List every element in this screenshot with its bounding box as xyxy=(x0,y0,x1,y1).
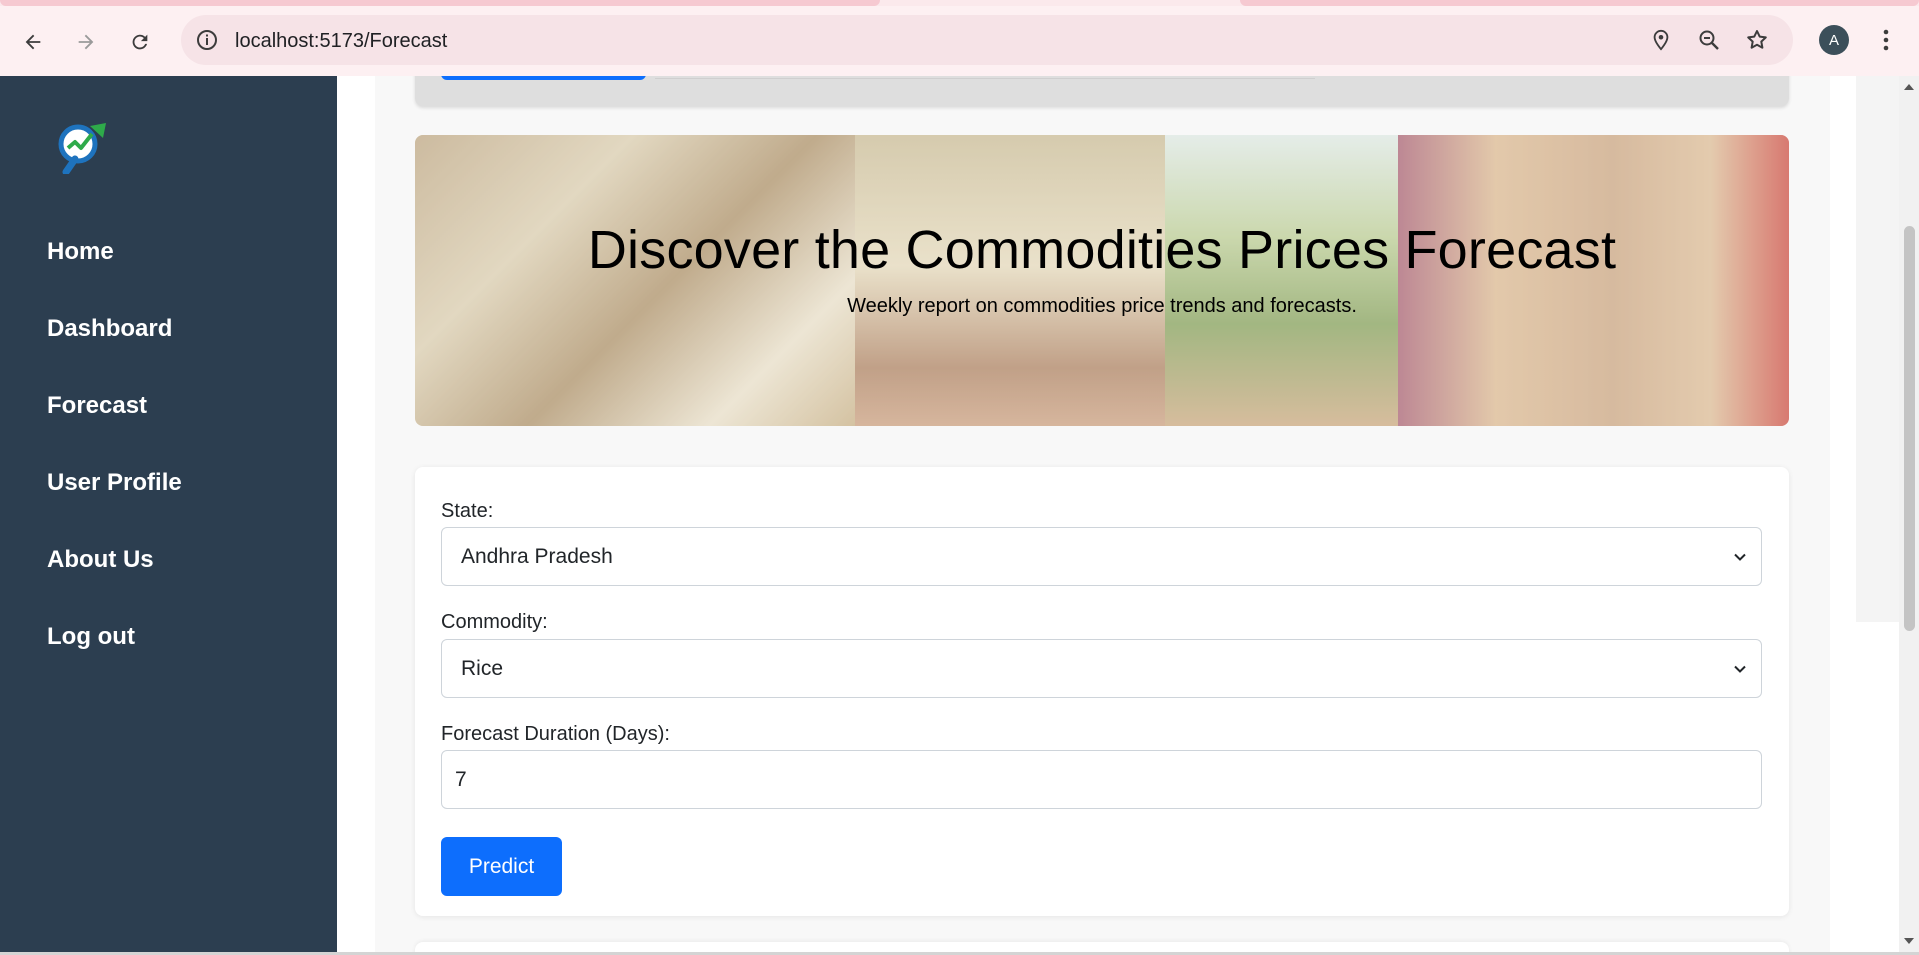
scrollbar-thumb[interactable] xyxy=(1904,226,1915,631)
scroll-down-arrow-icon[interactable] xyxy=(1903,936,1915,946)
location-pin-icon[interactable] xyxy=(1649,28,1673,52)
site-info-icon[interactable] xyxy=(195,28,219,57)
previous-field-edge xyxy=(655,76,1315,79)
state-selected-value: Andhra Pradesh xyxy=(461,544,613,568)
chevron-down-icon xyxy=(1734,665,1746,673)
reload-button[interactable] xyxy=(124,26,156,58)
previous-card-edge xyxy=(415,76,1789,106)
previous-button-edge[interactable] xyxy=(441,76,646,80)
sidebar-item-home[interactable]: Home xyxy=(47,238,114,266)
back-arrow-icon xyxy=(25,34,41,50)
sidebar-item-log-out[interactable]: Log out xyxy=(47,623,135,651)
sidebar-item-forecast[interactable]: Forecast xyxy=(47,392,147,420)
forward-arrow-icon xyxy=(78,34,94,50)
state-label: State: xyxy=(441,500,494,522)
commodity-selected-value: Rice xyxy=(461,656,504,680)
chevron-down-icon xyxy=(1734,553,1746,561)
magnifier-trend-logo[interactable] xyxy=(48,118,112,176)
hero-title: Discover the Commodities Prices Forecast xyxy=(587,220,1617,280)
sidebar-item-dashboard[interactable]: Dashboard xyxy=(47,315,172,343)
scroll-up-arrow-icon[interactable] xyxy=(1903,82,1915,92)
commodity-select[interactable]: Rice xyxy=(441,639,1762,698)
address-bar[interactable]: localhost:5173/Forecast xyxy=(181,15,1793,65)
more-vert-icon[interactable] xyxy=(1874,24,1898,56)
sidebar-item-about-us[interactable]: About Us xyxy=(47,546,154,574)
back-button[interactable] xyxy=(17,26,49,58)
profile-avatar[interactable]: A xyxy=(1819,25,1849,55)
page-scrollbar[interactable] xyxy=(1899,76,1919,955)
zoom-icon[interactable] xyxy=(1697,28,1721,52)
page-container: Discover the Commodities Prices Forecast… xyxy=(375,76,1830,955)
commodity-label: Commodity: xyxy=(441,611,548,633)
duration-value: 7 xyxy=(455,767,467,791)
sidebar: Home Dashboard Forecast User Profile Abo… xyxy=(0,76,337,955)
page-viewport: Home Dashboard Forecast User Profile Abo… xyxy=(0,76,1919,955)
forecast-form: State: Andhra Pradesh Commodity: Rice Fo… xyxy=(415,467,1789,916)
url-text[interactable]: localhost:5173/Forecast xyxy=(235,30,447,53)
reload-icon xyxy=(132,34,148,50)
forward-button[interactable] xyxy=(70,26,102,58)
state-select[interactable]: Andhra Pradesh xyxy=(441,527,1762,586)
bookmark-star-icon[interactable] xyxy=(1745,28,1769,52)
duration-input[interactable]: 7 xyxy=(441,750,1762,809)
hero-subtitle: Weekly report on commodities price trend… xyxy=(847,295,1357,317)
sidebar-item-user-profile[interactable]: User Profile xyxy=(47,469,182,497)
scroll-gutter xyxy=(1856,76,1899,622)
main-content: Discover the Commodities Prices Forecast… xyxy=(337,76,1856,955)
duration-label: Forecast Duration (Days): xyxy=(441,723,670,745)
predict-button[interactable]: Predict xyxy=(441,837,562,896)
browser-toolbar: localhost:5173/Forecast A xyxy=(0,6,1919,76)
hero-banner: Discover the Commodities Prices Forecast… xyxy=(415,135,1789,426)
